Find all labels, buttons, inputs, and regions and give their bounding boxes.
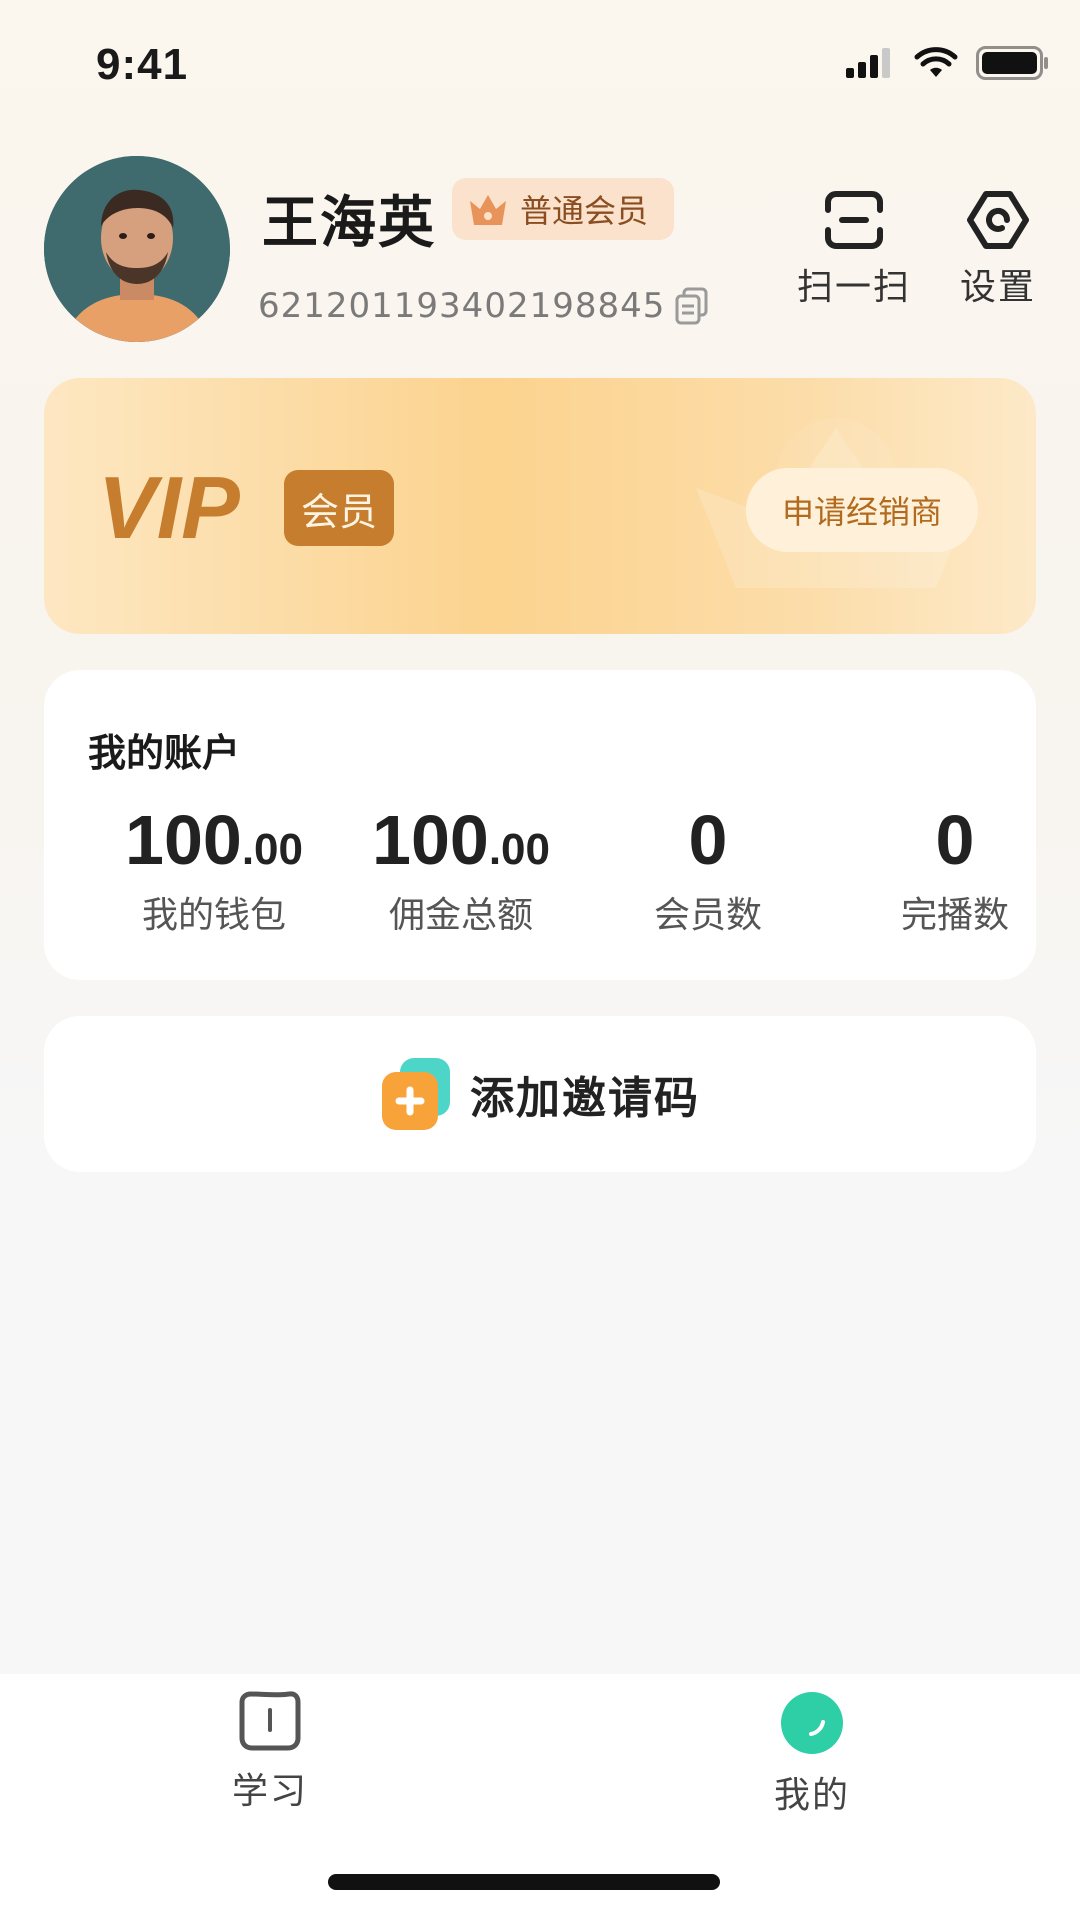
member-level-badge: 普通会员 <box>452 178 675 240</box>
copy-icon[interactable] <box>673 286 711 326</box>
settings-icon <box>967 191 1029 249</box>
apply-distributor-button[interactable]: 申请经销商 <box>746 468 978 552</box>
wifi-icon <box>914 47 958 77</box>
settings-button[interactable]: 设置 <box>928 190 1068 310</box>
stat-members[interactable]: 0 会员数 <box>588 800 828 938</box>
stat-label: 我的钱包 <box>141 895 286 936</box>
tab-study-label: 学习 <box>231 1771 308 1812</box>
account-card: 我的账户 100.00 我的钱包 100.00 佣金总额 0 会员数 0 完播数 <box>44 670 1036 980</box>
stat-label: 完播数 <box>900 895 1009 936</box>
tab-mine-label: 我的 <box>773 1775 850 1816</box>
scan-icon <box>825 191 883 249</box>
member-id: 621201193402198845 <box>258 286 711 326</box>
stat-value: 0 <box>935 801 975 879</box>
status-time: 9:41 <box>96 40 189 89</box>
vip-logo: VIP <box>98 468 240 548</box>
settings-label: 设置 <box>959 267 1036 308</box>
profile-icon <box>781 1692 843 1754</box>
user-name: 王海英 <box>262 191 436 256</box>
stat-value: 0 <box>688 801 728 879</box>
scan-button[interactable]: 扫一扫 <box>784 190 924 310</box>
vip-card[interactable]: VIP 会员 申请经销商 <box>44 378 1036 634</box>
add-invite-code-button[interactable]: 添加邀请码 <box>44 1016 1036 1172</box>
svg-text:VIP: VIP <box>98 468 240 548</box>
battery-icon <box>976 46 1048 80</box>
status-icons <box>846 46 1050 80</box>
crown-icon <box>470 195 506 225</box>
member-id-text: 621201193402198845 <box>258 286 666 326</box>
avatar[interactable] <box>44 156 230 342</box>
account-title: 我的账户 <box>88 731 241 775</box>
stat-value: 100.00 <box>125 801 303 879</box>
stat-label: 会员数 <box>653 895 762 936</box>
stat-wallet[interactable]: 100.00 我的钱包 <box>94 800 334 938</box>
book-icon <box>239 1691 301 1751</box>
signal-icon <box>846 48 890 78</box>
stat-label: 佣金总额 <box>388 895 533 936</box>
tab-study[interactable]: 学习 <box>170 1690 370 1814</box>
status-bar: 9:41 <box>0 0 1080 130</box>
member-level-text: 普通会员 <box>520 192 649 230</box>
tab-mine[interactable]: 我的 <box>712 1690 912 1818</box>
profile-header: 王海英 普通会员 621201193402198845 扫一扫 设置 <box>0 150 1080 350</box>
stat-value: 100.00 <box>372 801 550 879</box>
scan-label: 扫一扫 <box>796 267 911 308</box>
invite-label: 添加邀请码 <box>470 1073 700 1124</box>
add-icon <box>382 1058 450 1130</box>
stat-commission[interactable]: 100.00 佣金总额 <box>341 800 581 938</box>
home-indicator <box>328 1874 720 1890</box>
stat-completions[interactable]: 0 完播数 <box>835 800 1075 938</box>
vip-member-tag: 会员 <box>284 470 394 546</box>
